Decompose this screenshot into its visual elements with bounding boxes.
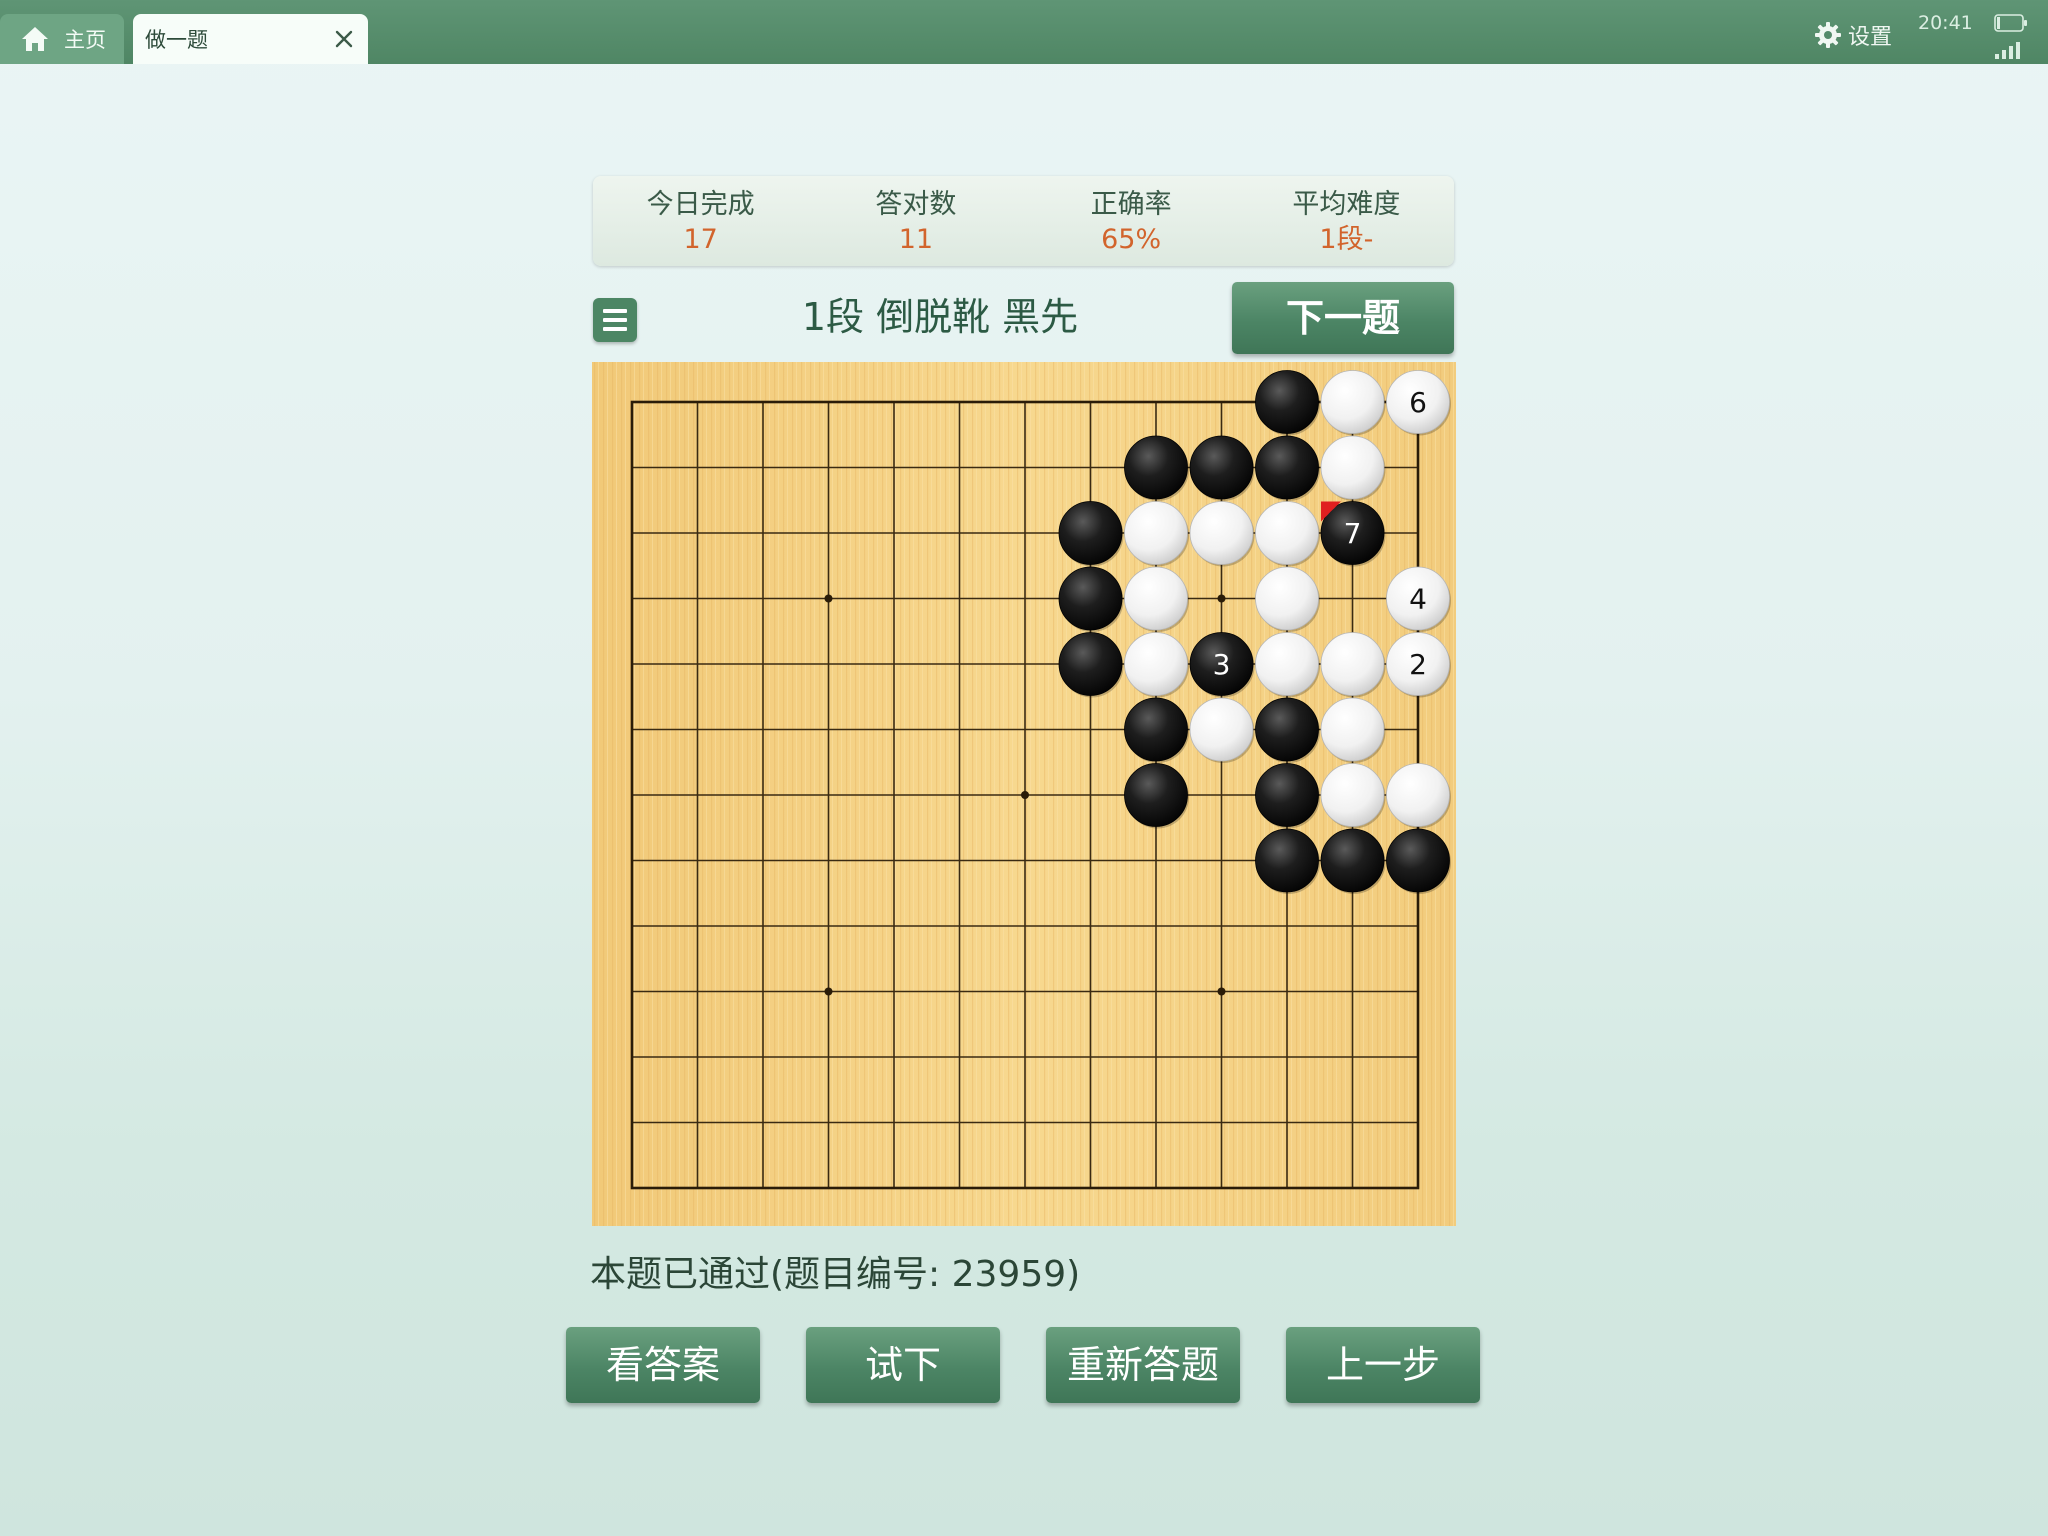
- clock: 20:41: [1918, 12, 1973, 34]
- stat-value: 11: [898, 224, 934, 255]
- stone-body: [1320, 763, 1385, 827]
- stone-body: [1255, 566, 1319, 631]
- star-point: [1217, 987, 1226, 996]
- stone-body: [1124, 566, 1188, 631]
- show-answer-button[interactable]: 看答案: [566, 1327, 760, 1403]
- stone-body: [1124, 435, 1188, 500]
- stone-body: [1189, 501, 1254, 565]
- try-move-button[interactable]: 试下: [806, 1327, 1000, 1403]
- undo-button[interactable]: 上一步: [1286, 1327, 1480, 1403]
- stone-body: [1320, 370, 1385, 434]
- problem-title: 1段 倒脱靴 黑先: [801, 295, 1079, 339]
- tab-home[interactable]: 主页: [0, 14, 124, 64]
- signal-icon: [1995, 42, 2020, 59]
- gear-icon: [1815, 22, 1841, 48]
- stat-value: 17: [683, 224, 718, 255]
- stone-body: [1124, 763, 1188, 827]
- stat-label: 平均难度: [1292, 189, 1401, 220]
- stat-accuracy: 正确率 65%: [1024, 176, 1239, 266]
- stone-body: [1255, 828, 1319, 893]
- stat-avg-difficulty: 平均难度 1段-: [1239, 176, 1454, 266]
- stone-body: [1386, 828, 1450, 893]
- stone-body: [1255, 435, 1319, 500]
- stat-value: 65%: [1101, 224, 1162, 255]
- menu-icon-line: [603, 318, 627, 322]
- stone-body: [1189, 697, 1254, 762]
- stone-body: [1320, 828, 1385, 893]
- tab-do-problem-label: 做一题: [145, 28, 208, 52]
- stone-body: [1255, 370, 1319, 434]
- stone-body: [1255, 632, 1319, 696]
- menu-icon: [603, 309, 627, 313]
- stat-label: 今日完成: [646, 189, 755, 220]
- stone-body: [1058, 566, 1123, 631]
- stone-body: [1386, 763, 1450, 827]
- top-bar: 主页 做一题 设置 20:41: [0, 0, 2048, 64]
- stat-label: 正确率: [1090, 189, 1172, 220]
- stone-body: [1189, 435, 1254, 500]
- move-number: 6: [1409, 386, 1427, 419]
- stat-correct-count: 答对数 11: [808, 176, 1023, 266]
- star-point: [824, 594, 833, 603]
- menu-icon-line: [603, 327, 627, 331]
- stats-panel: 今日完成 17 答对数 11 正确率 65% 平均难度 1段-: [593, 176, 1454, 266]
- home-icon: [22, 27, 48, 51]
- tab-do-problem[interactable]: 做一题: [133, 14, 368, 64]
- stone-body: [1320, 697, 1385, 762]
- go-board[interactable]: 6 7 4 3 2: [592, 362, 1456, 1226]
- stone-body: [1255, 501, 1319, 565]
- move-number: 4: [1409, 583, 1427, 616]
- tab-home-label: 主页: [64, 28, 106, 52]
- move-number: 3: [1213, 648, 1231, 681]
- star-point: [824, 987, 833, 996]
- stone-body: [1124, 632, 1188, 696]
- stat-today-done: 今日完成 17: [593, 176, 808, 266]
- star-point: [1217, 594, 1226, 603]
- stat-label: 答对数: [875, 189, 957, 220]
- next-problem-button[interactable]: 下一题: [1232, 282, 1454, 354]
- stone-body: [1124, 697, 1188, 762]
- star-point: [1021, 791, 1029, 799]
- close-icon[interactable]: [334, 29, 354, 49]
- menu-button[interactable]: [593, 298, 637, 342]
- stone-body: [1320, 435, 1385, 500]
- problem-status: 本题已通过(题目编号: 23959): [590, 1254, 1081, 1295]
- stone-body: [1255, 763, 1319, 827]
- stone-body: [1255, 697, 1319, 762]
- stone-body: [1058, 632, 1123, 696]
- stone-body: [1124, 501, 1188, 565]
- restart-button[interactable]: 重新答题: [1046, 1327, 1240, 1403]
- settings-label: 设置: [1848, 25, 1893, 50]
- stone-body: [1320, 632, 1385, 696]
- move-number: 7: [1344, 517, 1362, 550]
- battery-icon: [1994, 14, 2027, 32]
- settings-button[interactable]: 设置: [1814, 18, 1892, 52]
- stat-value: 1段-: [1319, 224, 1374, 255]
- stone-body: [1058, 501, 1123, 565]
- go-board-canvas[interactable]: 6 7 4 3 2: [592, 362, 1456, 1226]
- move-number: 2: [1409, 648, 1427, 681]
